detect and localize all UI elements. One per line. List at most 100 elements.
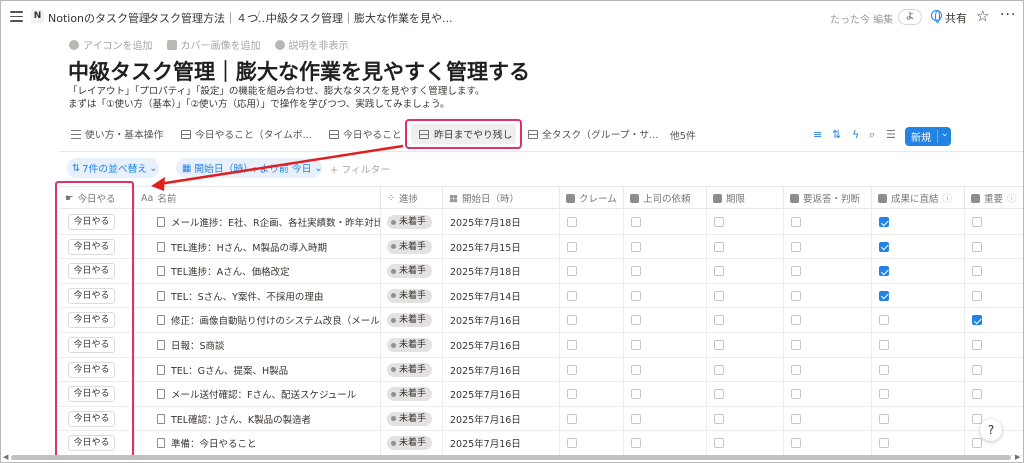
table-row[interactable]: 今日やる メール進捗：E社、R企画、各社実績数・昨年対比 未着手 2025年7月18日 [59,210,1023,235]
start-date-cell[interactable]: 2025年7月16日 [443,357,560,382]
more-options-icon[interactable]: ··· [1000,7,1016,23]
status-cell[interactable]: 未着手 [381,382,443,407]
checkbox[interactable] [791,315,801,326]
checkbox[interactable] [714,241,724,252]
checkbox[interactable] [879,413,889,424]
add-icon-button[interactable]: アイコンを追加 [69,37,153,52]
checkbox[interactable] [791,266,801,277]
name-cell[interactable]: 日報：S商談 [135,333,381,357]
globe-icon[interactable] [931,10,942,23]
status-cell[interactable]: 未着手 [381,431,443,456]
table-row[interactable]: 今日やる TEL：Sさん、Y案件、不採用の理由 未着手 2025年7月14日 [59,283,1023,309]
scroll-left-arrow-icon[interactable]: ◀ [3,453,8,461]
help-icon[interactable]: ? [980,419,1002,441]
tab-today[interactable]: 今日やること [329,127,402,141]
status-cell[interactable]: 未着手 [381,357,443,382]
table-row[interactable]: 今日やる TEL：Gさん、提案、H製品 未着手 2025年7月16日 [59,357,1023,383]
checkbox[interactable] [791,438,801,449]
checkbox[interactable] [972,241,982,252]
checkbox[interactable] [791,217,801,227]
checkbox-checked[interactable] [972,315,982,326]
checkbox[interactable] [972,413,982,424]
checkbox[interactable] [567,290,577,301]
add-cover-button[interactable]: カバー画像を追加 [166,37,261,52]
checkbox[interactable] [714,266,724,277]
checkbox[interactable] [567,413,577,424]
new-button[interactable]: 新規 ⌄ [905,127,951,146]
checkbox[interactable] [631,364,641,375]
checkbox[interactable] [879,389,889,400]
add-filter-button[interactable]: + フィルター [330,162,390,176]
checkbox[interactable] [567,389,577,400]
more-views-link[interactable]: 他5件 [670,128,696,142]
status-cell[interactable]: 未着手 [381,333,443,357]
checkbox[interactable] [972,290,982,301]
tab-today-timebox[interactable]: 今日やること（タイムボ... [181,127,312,141]
checkbox[interactable] [631,438,641,449]
start-date-cell[interactable]: 2025年7月14日 [443,283,560,308]
column-header-reply-needed[interactable]: 要返答・判断 [784,187,872,209]
column-header-name[interactable]: Aa 名前 [135,187,381,209]
checkbox-checked[interactable] [879,290,889,301]
table-row[interactable]: 今日やる 日報：S商談 未着手 2025年7月16日 [59,333,1023,358]
checkbox[interactable] [631,315,641,326]
breadcrumb-item-3[interactable]: 中級タスク管理｜膨大な作業を見や... [266,10,453,26]
checkbox-checked[interactable] [879,217,889,227]
filter-icon[interactable]: ≡ [813,128,822,141]
checkbox[interactable] [714,315,724,326]
automation-icon[interactable]: ϟ [852,128,859,141]
user-avatar[interactable]: よ [898,9,922,25]
column-header-direct-result[interactable]: 成果に直結 ⓘ [872,187,965,209]
checkbox[interactable] [567,266,577,277]
checkbox[interactable] [567,438,577,449]
start-date-cell[interactable]: 2025年7月18日 [443,259,560,284]
checkbox[interactable] [631,389,641,400]
chevron-down-icon[interactable]: ⌄ [941,129,949,139]
checkbox[interactable] [631,217,641,227]
table-row[interactable]: 今日やる TEL進捗：Hさん、M製品の導入時期 未着手 2025年7月15日 [59,234,1023,260]
checkbox[interactable] [714,438,724,449]
checkbox[interactable] [567,241,577,252]
name-cell[interactable]: TEL確認：Jさん、K製品の製造者 [135,406,381,431]
table-row[interactable]: 今日やる TEL進捗：Aさん、価格改定 未着手 2025年7月18日 [59,259,1023,284]
tab-basic-operations[interactable]: 使い方・基本操作 [71,127,163,141]
start-date-cell[interactable]: 2025年7月16日 [443,431,560,456]
start-date-cell[interactable]: 2025年7月18日 [443,210,560,234]
checkbox[interactable] [879,315,889,326]
column-header-important[interactable]: 重要 ⓘ [965,187,1023,209]
hide-description-button[interactable]: 説明を非表示 [274,37,349,52]
checkbox[interactable] [972,389,982,400]
start-date-cell[interactable]: 2025年7月16日 [443,406,560,431]
name-cell[interactable]: メール進捗：E社、R企画、各社実績数・昨年対比 [135,210,381,234]
checkbox[interactable] [567,217,577,227]
favorite-star-icon[interactable]: ☆ [976,7,989,25]
table-row[interactable]: 今日やる メール送付確認：Fさん、配送スケジュール 未着手 2025年7月16日 [59,382,1023,407]
status-cell[interactable]: 未着手 [381,308,443,333]
status-cell[interactable]: 未着手 [381,406,443,431]
search-icon[interactable]: ⌕ [869,128,875,142]
column-header-boss-request[interactable]: 上司の依頼 [624,187,707,209]
checkbox[interactable] [714,364,724,375]
checkbox[interactable] [631,340,641,350]
checkbox[interactable] [714,217,724,227]
name-cell[interactable]: 修正：画像自動貼り付けのシステム改良（メール [135,308,381,333]
page-title[interactable]: 中級タスク管理｜膨大な作業を見やすく管理する [68,56,530,86]
tab-all-tasks[interactable]: 全タスク（グループ・サ... [528,127,659,141]
checkbox[interactable] [567,340,577,350]
checkbox[interactable] [567,364,577,375]
settings-sliders-icon[interactable]: ☰ [886,128,896,141]
checkbox[interactable] [791,241,801,252]
name-cell[interactable]: 準備：今日やること [135,431,381,456]
scroll-right-arrow-icon[interactable]: ▶ [1015,453,1020,461]
table-row[interactable]: 今日やる TEL確認：Jさん、K製品の製造者 未着手 2025年7月16日 [59,406,1023,432]
start-date-cell[interactable]: 2025年7月16日 [443,382,560,407]
filter-chip[interactable]: ▦ 開始日（時）: より前 今日 ⌄ [176,158,322,178]
checkbox[interactable] [972,438,982,449]
sort-icon[interactable]: ⇅ [832,128,841,141]
checkbox[interactable] [791,413,801,424]
column-header-status[interactable]: ⁘ 進捗 [381,187,443,209]
column-header-deadline[interactable]: 期限 [707,187,784,209]
checkbox[interactable] [567,315,577,326]
share-button[interactable]: 共有 [945,10,967,26]
checkbox[interactable] [791,389,801,400]
